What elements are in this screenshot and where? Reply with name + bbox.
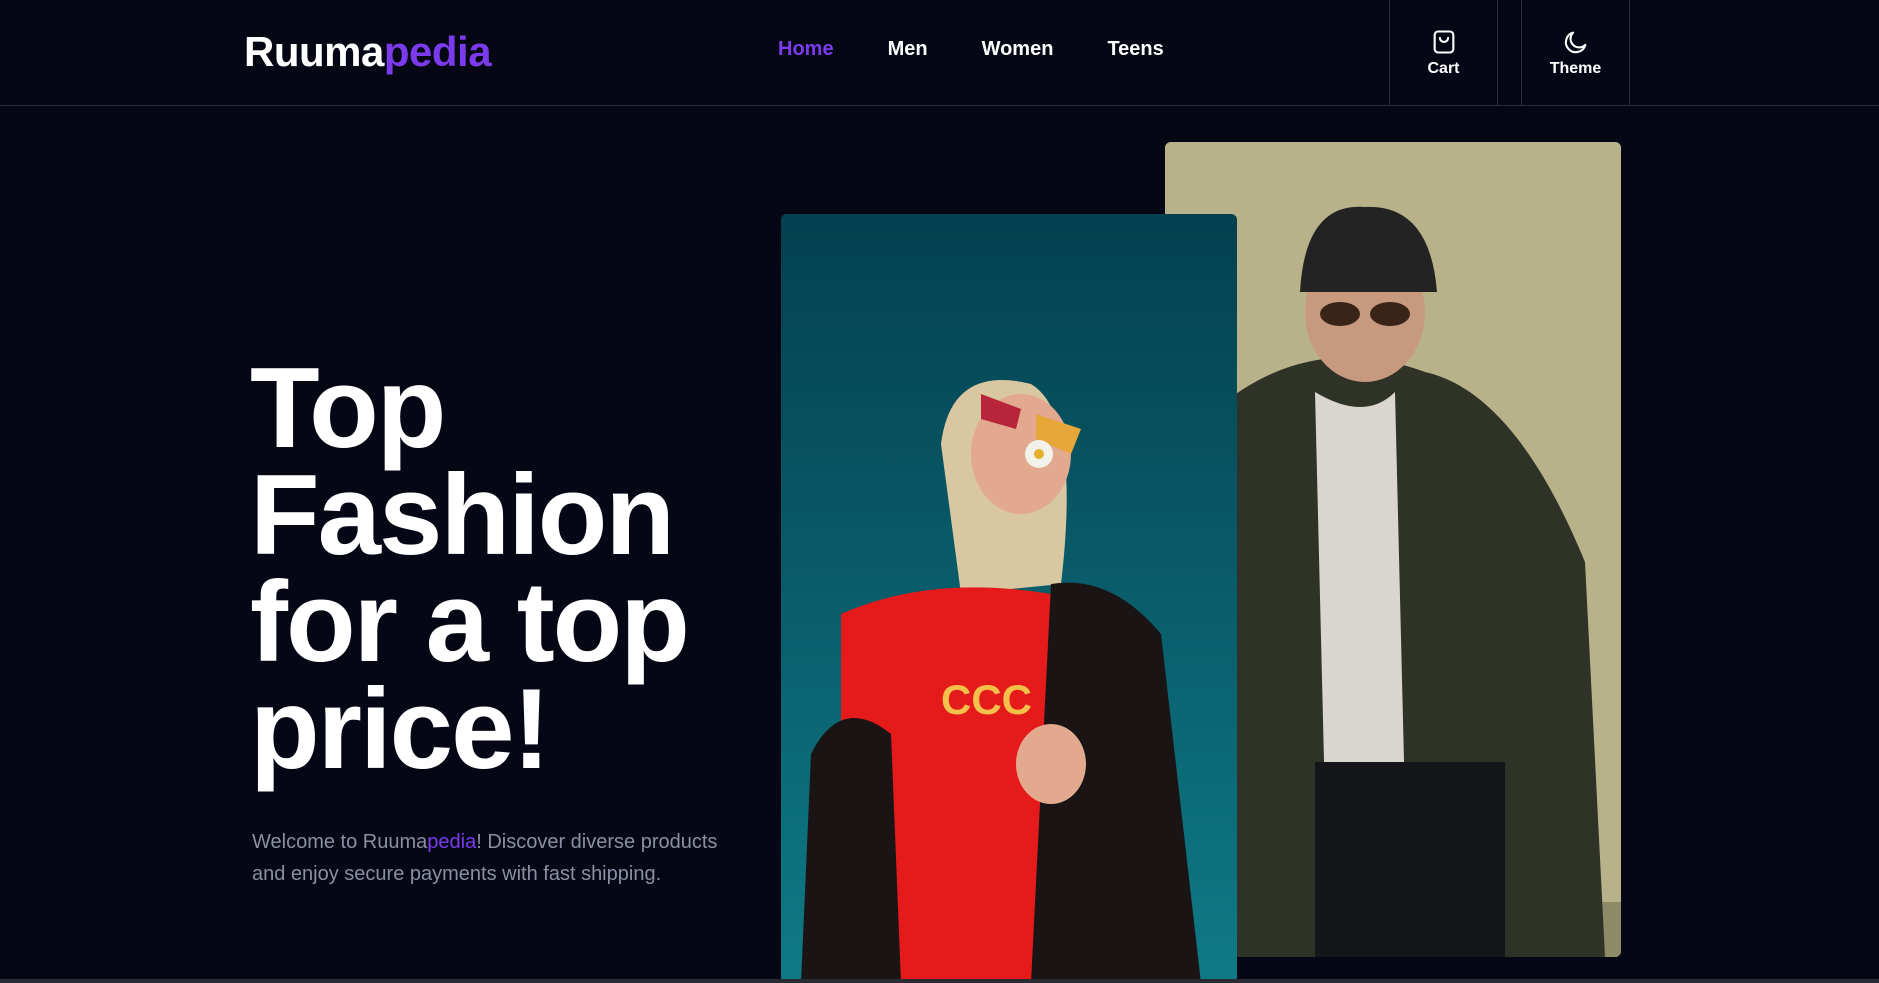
cart-button[interactable]: Cart xyxy=(1389,0,1498,106)
theme-toggle-button[interactable]: Theme xyxy=(1521,0,1630,106)
hero-subtitle-prefix: Welcome to Ruuma xyxy=(252,831,428,853)
theme-label: Theme xyxy=(1549,60,1602,77)
bottom-divider xyxy=(0,979,1879,983)
main-nav: Home Men Women Teens xyxy=(778,38,1218,61)
site-header: Ruumapedia Home Men Women Teens Cart The… xyxy=(0,0,1879,106)
hero-title: Top Fashion for a top price! xyxy=(250,345,690,793)
nav-women[interactable]: Women xyxy=(982,38,1054,61)
nav-teens[interactable]: Teens xyxy=(1107,38,1163,61)
logo[interactable]: Ruumapedia xyxy=(244,28,492,76)
cart-label: Cart xyxy=(1427,60,1460,77)
hero-subtitle: Welcome to Ruumapedia! Discover diverse … xyxy=(252,826,722,890)
moon-icon xyxy=(1564,31,1586,54)
hero-image-woman: CCC xyxy=(781,214,1237,983)
shopping-bag-icon xyxy=(1433,30,1454,54)
logo-part-pedia: pedia xyxy=(383,28,492,75)
hero-subtitle-brand: pedia xyxy=(427,831,477,853)
logo-part-ruuma: Ruuma xyxy=(244,28,384,75)
svg-text:CCC: CCC xyxy=(941,676,1032,723)
nav-home[interactable]: Home xyxy=(778,38,834,61)
nav-men[interactable]: Men xyxy=(888,38,928,61)
